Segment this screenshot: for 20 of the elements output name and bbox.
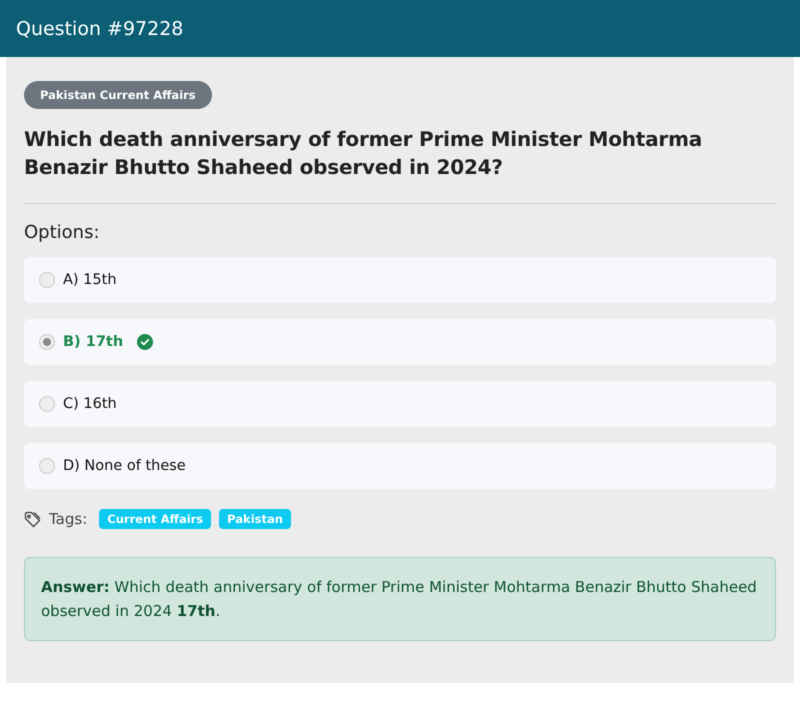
option-item[interactable]: B) 17th (24, 319, 776, 365)
option-label: D) None of these (63, 458, 186, 474)
option-item[interactable]: A) 15th (24, 257, 776, 303)
check-circle-icon (137, 334, 154, 350)
option-item[interactable]: D) None of these (24, 443, 776, 489)
tags-label: Tags: (49, 510, 88, 528)
category-badge[interactable]: Pakistan Current Affairs (24, 81, 212, 109)
option-label: C) 16th (63, 396, 117, 412)
options-heading: Options: (24, 222, 101, 243)
option-item[interactable]: C) 16th (24, 381, 776, 427)
radio-button[interactable] (39, 396, 55, 412)
option-label: A) 15th (63, 272, 117, 288)
tag-icon (24, 510, 41, 528)
radio-button[interactable] (39, 458, 55, 474)
answer-alert: Answer: Which death anniversary of former Prime Minister Mohtarma Benazir Bhutto Shaheed observed in 2024 17th. (24, 557, 776, 641)
radio-button[interactable] (39, 334, 55, 350)
option-label: B) 17th (63, 334, 124, 350)
question-text: Which death anniversary of former Prime Minister Mohtarma Benazir Bhutto Shaheed observed in 2024? (24, 126, 704, 181)
page-title: Question #97228 (16, 18, 184, 40)
radio-button[interactable] (39, 272, 55, 288)
